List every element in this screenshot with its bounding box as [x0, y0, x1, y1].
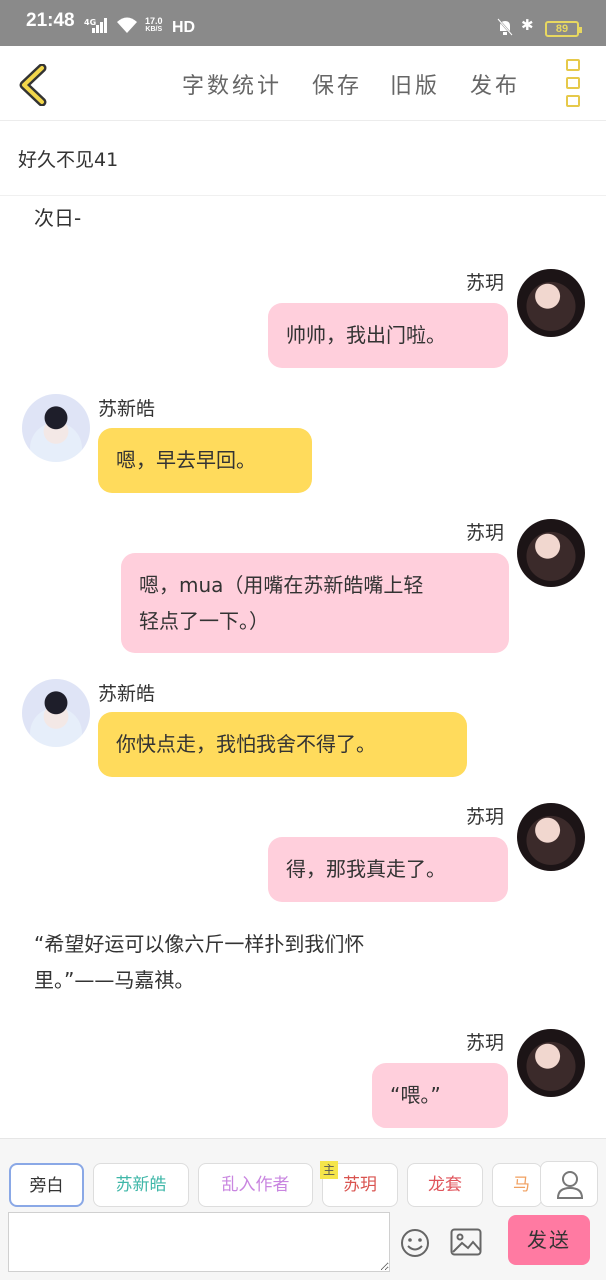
save-button[interactable]: 保存	[312, 68, 362, 100]
speaker-name: 苏玥	[466, 522, 505, 544]
main-role-badge: 主	[320, 1161, 338, 1179]
speaker-name: 苏玥	[466, 272, 505, 294]
more-menu-icon[interactable]	[566, 59, 580, 107]
composer: 发送	[0, 1208, 606, 1280]
avatar[interactable]	[517, 519, 585, 587]
status-bar: 21:48 4G 17.0 KB/S HD ✱ 89	[0, 0, 606, 46]
back-arrow-icon[interactable]	[14, 64, 54, 106]
message-input[interactable]	[8, 1212, 390, 1272]
role-selector-bar: 旁白 苏新皓 乱入作者 主 苏玥 龙套 马嘉	[0, 1138, 606, 1208]
image-icon[interactable]	[450, 1228, 482, 1256]
role-chip-author[interactable]: 乱入作者	[198, 1163, 313, 1207]
narration-text[interactable]: “希望好运可以像六斤一样扑到我们怀 里。”——马嘉祺。	[34, 926, 494, 998]
signal-icon	[92, 17, 110, 33]
role-label: 苏新皓	[115, 1175, 167, 1195]
chat-bubble[interactable]: 你快点走，我怕我舍不得了。	[98, 712, 467, 777]
chat-bubble[interactable]: “喂。”	[372, 1063, 508, 1128]
bluetooth-icon: ✱	[521, 16, 534, 34]
net-speed: 17.0 KB/S	[145, 16, 163, 34]
chat-bubble[interactable]: 嗯，mua（用嘴在苏新皓嘴上轻 轻点了一下。）	[121, 553, 509, 653]
role-label: 乱入作者	[221, 1175, 290, 1195]
mute-bell-icon	[497, 18, 513, 36]
bubble-line: 轻点了一下。）	[139, 609, 269, 633]
wifi-icon	[117, 17, 137, 33]
avatar[interactable]	[22, 394, 90, 462]
word-count-button[interactable]: 字数统计	[182, 68, 282, 100]
publish-button[interactable]: 发布	[470, 68, 520, 100]
chat-bubble[interactable]: 嗯，早去早回。	[98, 428, 312, 493]
role-chip-extra[interactable]: 龙套	[407, 1163, 483, 1207]
bubble-line: 嗯，mua（用嘴在苏新皓嘴上轻	[139, 573, 424, 597]
chat-bubble[interactable]: 帅帅，我出门啦。	[268, 303, 508, 368]
hd-indicator: HD	[172, 19, 196, 36]
speaker-name: 苏玥	[466, 1032, 505, 1054]
avatar[interactable]	[22, 679, 90, 747]
editor-toolbar: 字数统计 保存 旧版 发布	[0, 46, 606, 121]
chat-bubble[interactable]: 得，那我真走了。	[268, 837, 508, 902]
speaker-name: 苏玥	[466, 806, 505, 828]
send-button[interactable]: 发送	[508, 1215, 590, 1265]
role-label: 旁白	[29, 1176, 64, 1196]
narration-text[interactable]: 次日-	[34, 200, 81, 236]
add-character-button[interactable]	[540, 1161, 598, 1207]
role-label: 马嘉	[513, 1175, 530, 1195]
role-label: 苏玥	[343, 1175, 377, 1195]
avatar[interactable]	[517, 269, 585, 337]
avatar[interactable]	[517, 1029, 585, 1097]
chapter-title[interactable]: 好久不见41	[18, 145, 118, 172]
role-chip-suxinhao[interactable]: 苏新皓	[93, 1163, 189, 1207]
narration-line: 里。”——马嘉祺。	[34, 968, 195, 992]
role-chip-suyue[interactable]: 主 苏玥	[320, 1161, 398, 1207]
narration-line: “希望好运可以像六斤一样扑到我们怀	[34, 932, 365, 956]
role-label: 龙套	[428, 1175, 462, 1195]
role-chip-narrator[interactable]: 旁白	[9, 1163, 84, 1207]
old-version-button[interactable]: 旧版	[390, 68, 440, 100]
clock: 21:48	[26, 10, 75, 31]
avatar[interactable]	[517, 803, 585, 871]
speaker-name: 苏新皓	[98, 683, 156, 705]
person-icon	[556, 1171, 584, 1199]
emoji-icon[interactable]	[400, 1228, 430, 1258]
battery-indicator: 89	[545, 21, 582, 37]
speaker-name: 苏新皓	[98, 398, 156, 420]
role-chip-majia[interactable]: 马嘉	[492, 1163, 542, 1207]
chapter-title-row[interactable]: 好久不见41	[0, 121, 606, 196]
